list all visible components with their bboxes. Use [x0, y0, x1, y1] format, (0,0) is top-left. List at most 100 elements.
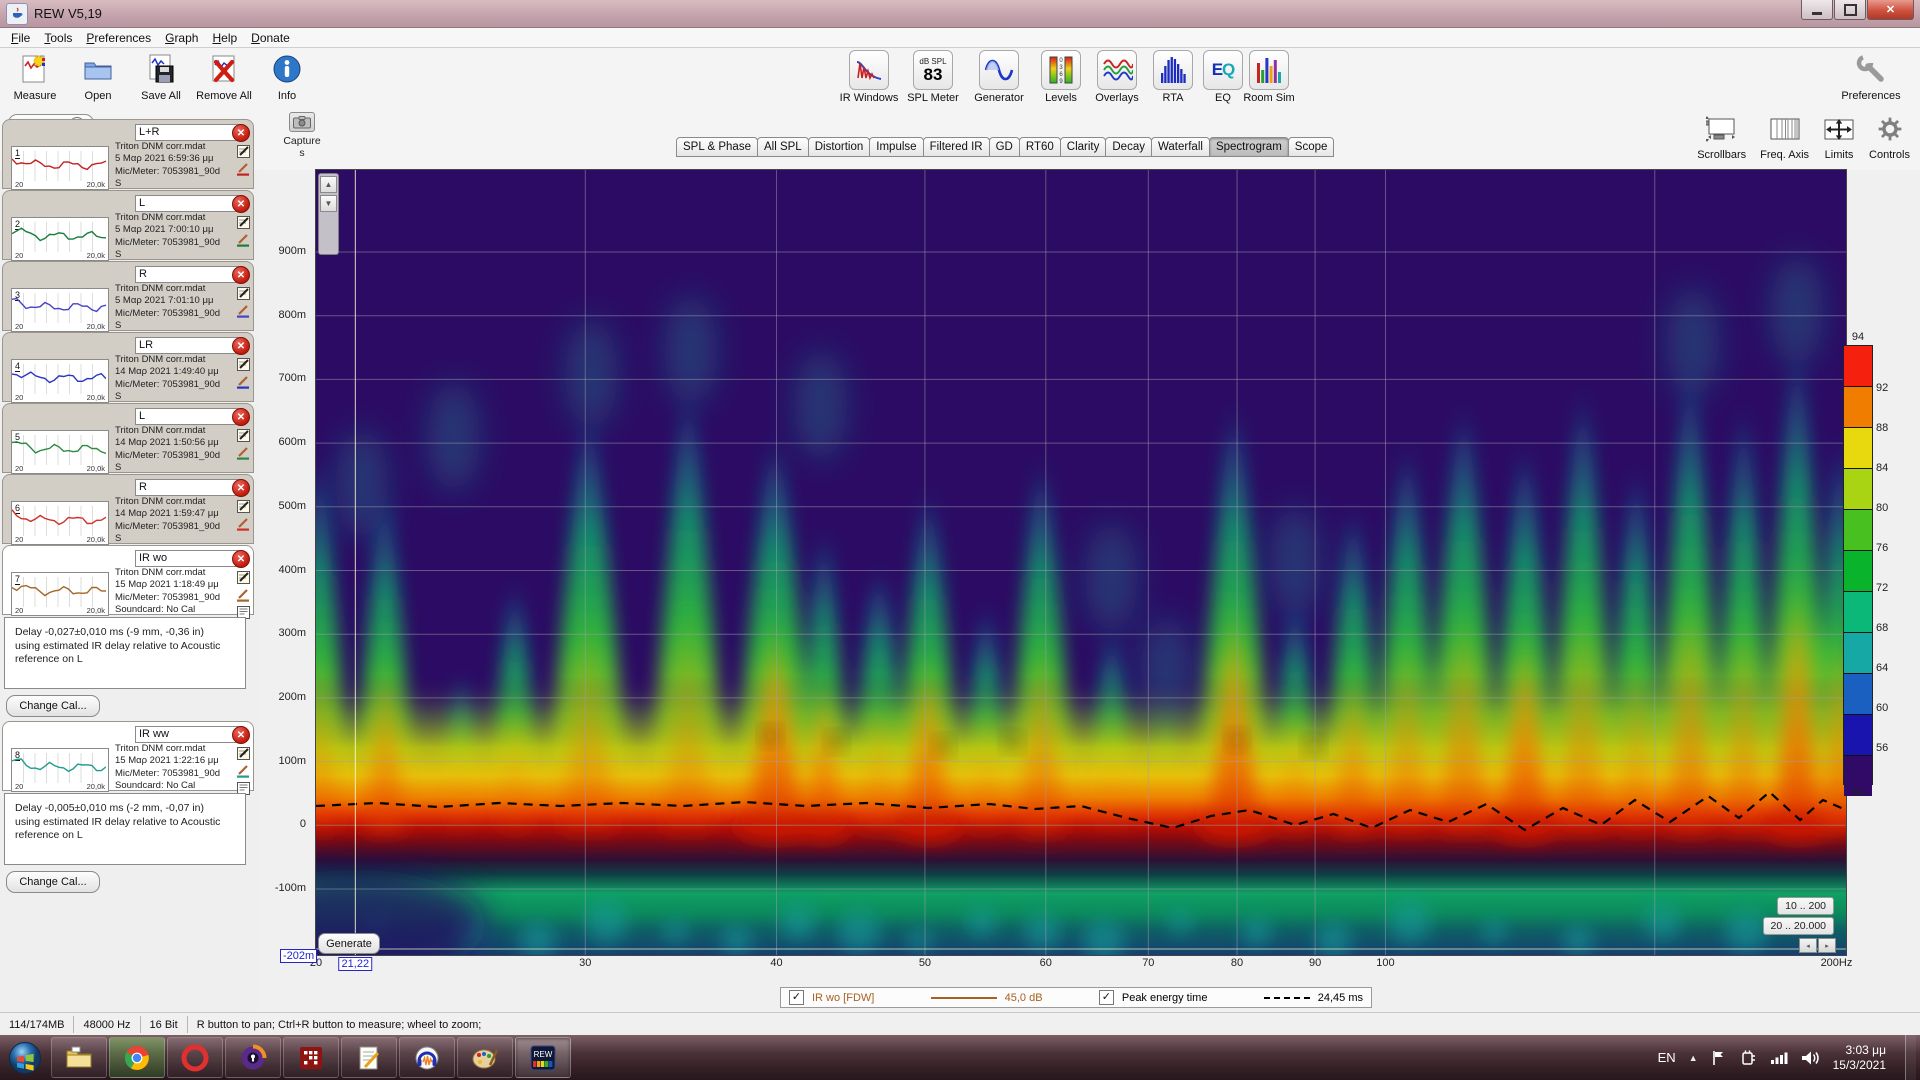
change-cal-button[interactable]: Change Cal...: [6, 871, 100, 893]
overlays-button[interactable]: Overlays: [1086, 50, 1148, 104]
edit-notes-icon[interactable]: [236, 500, 250, 513]
taskbar-audacity-button[interactable]: [399, 1037, 455, 1078]
trace-color-pencil-icon[interactable]: [236, 233, 250, 247]
menu-help[interactable]: Help: [205, 30, 244, 46]
edit-notes-icon[interactable]: [236, 216, 250, 229]
freq-axis-button[interactable]: Freq. Axis: [1760, 113, 1809, 161]
remove-all-button[interactable]: Remove All: [193, 50, 255, 102]
measurement-name-input[interactable]: L+R: [135, 124, 239, 141]
measurement-item-2[interactable]: L ✕ 2 20 20,0k Triton DNM corr.mdat 5 Μαρ 2021…: [2, 190, 254, 261]
measurement-thumbnail[interactable]: 1 20 20,0k: [11, 146, 109, 190]
measurement-item-5[interactable]: L ✕ 5 20 20,0k Triton DNM corr.mdat 14 Μαρ 202…: [2, 403, 254, 474]
controls-button[interactable]: Controls: [1869, 113, 1910, 161]
spectrogram-canvas[interactable]: [316, 170, 1846, 955]
measurement-item-7[interactable]: IR wo ✕ 7 20 20,0k Triton DNM corr.mdat 15 Μαρ…: [2, 545, 254, 619]
limits-button[interactable]: Limits: [1823, 113, 1855, 161]
delete-measurement-button[interactable]: ✕: [232, 550, 250, 568]
trace-checkbox[interactable]: ✓: [789, 990, 804, 1005]
tab-filtered-ir[interactable]: Filtered IR: [922, 137, 990, 157]
delete-measurement-button[interactable]: ✕: [232, 408, 250, 426]
minimize-button[interactable]: [1801, 0, 1833, 20]
measurement-thumbnail[interactable]: 3 20 20,0k: [11, 288, 109, 332]
tab-distortion[interactable]: Distortion: [807, 137, 871, 157]
y-range-button[interactable]: 10 .. 200: [1777, 897, 1834, 915]
tab-spl-phase[interactable]: SPL & Phase: [676, 137, 758, 157]
tab-scope[interactable]: Scope: [1287, 137, 1335, 157]
maximize-button[interactable]: [1834, 0, 1866, 20]
room-sim-button[interactable]: Room Sim: [1238, 50, 1300, 104]
tab-spectrogram[interactable]: Spectrogram: [1208, 137, 1289, 157]
trace-color-pencil-icon[interactable]: [236, 764, 250, 778]
menu-graph[interactable]: Graph: [158, 30, 205, 46]
plot-zoom-out-button[interactable]: ▼: [320, 195, 337, 212]
measurement-thumbnail[interactable]: 2 20 20,0k: [11, 217, 109, 261]
ir-windows-button[interactable]: IR Windows: [838, 50, 900, 104]
save-all-button[interactable]: Save All: [130, 50, 192, 102]
delete-measurement-button[interactable]: ✕: [232, 337, 250, 355]
delete-measurement-button[interactable]: ✕: [232, 195, 250, 213]
measurement-item-1[interactable]: L+R ✕ 1 20 20,0k Triton DNM corr.mdat 5 Μαρ 20…: [2, 119, 254, 190]
taskbar-privacy-browser-button[interactable]: [225, 1037, 281, 1078]
edit-notes-icon[interactable]: [236, 747, 250, 760]
volume-speaker-icon[interactable]: [1801, 1050, 1820, 1066]
tab-clarity[interactable]: Clarity: [1059, 137, 1107, 157]
measurement-thumbnail[interactable]: 4 20 20,0k: [11, 359, 109, 403]
measurement-name-input[interactable]: LR: [135, 337, 239, 354]
peak-energy-label[interactable]: Peak energy time: [1122, 992, 1208, 1004]
tab-impulse[interactable]: Impulse: [869, 137, 924, 157]
edit-notes-icon[interactable]: [236, 429, 250, 442]
taskbar-red-grid-app-button[interactable]: [283, 1037, 339, 1078]
spl-meter-button[interactable]: dB SPL 83 SPL Meter: [902, 50, 964, 104]
measurement-thumbnail[interactable]: 5 20 20,0k: [11, 430, 109, 474]
trace-color-pencil-icon[interactable]: [236, 446, 250, 460]
menu-preferences[interactable]: Preferences: [79, 30, 158, 46]
menu-tools[interactable]: Tools: [37, 30, 79, 46]
trace-color-pencil-icon[interactable]: [236, 517, 250, 531]
action-center-flag-icon[interactable]: [1711, 1050, 1727, 1066]
measurement-name-input[interactable]: IR wo: [135, 550, 239, 567]
measurement-name-input[interactable]: R: [135, 266, 239, 283]
measurement-name-input[interactable]: IR ww: [135, 726, 239, 743]
taskbar-clock[interactable]: 3:03 μμ 15/3/2021: [1833, 1043, 1892, 1073]
open-button[interactable]: Open: [67, 50, 129, 102]
tab-waterfall[interactable]: Waterfall: [1150, 137, 1210, 157]
edit-notes-icon[interactable]: [236, 287, 250, 300]
taskbar-explorer-button[interactable]: [51, 1037, 107, 1078]
capture-button[interactable]: [289, 112, 315, 132]
spectrogram-plot[interactable]: ▲ ▼ Generate 10 .. 200 20 .. 20.000 ◂ ▸: [315, 169, 1847, 956]
trace-color-pencil-icon[interactable]: [236, 588, 250, 602]
taskbar-rew-button[interactable]: REW: [515, 1037, 571, 1078]
trace-color-pencil-icon[interactable]: [236, 162, 250, 176]
menu-file[interactable]: File: [4, 30, 37, 46]
edit-notes-icon[interactable]: [236, 145, 250, 158]
start-button[interactable]: [0, 1035, 50, 1080]
measurement-thumbnail[interactable]: 8 20 20,0k: [11, 748, 109, 792]
tab-gd[interactable]: GD: [988, 137, 1020, 157]
x-range-button[interactable]: 20 .. 20.000: [1762, 917, 1834, 935]
taskbar-chrome-button[interactable]: [109, 1037, 165, 1078]
delete-measurement-button[interactable]: ✕: [232, 726, 250, 744]
axis-preset-right-button[interactable]: ▸: [1818, 938, 1836, 953]
scrollbars-button[interactable]: Scrollbars: [1697, 113, 1746, 161]
language-indicator[interactable]: EN: [1658, 1050, 1676, 1065]
trace-color-pencil-icon[interactable]: [236, 304, 250, 318]
trace-label[interactable]: IR wo [FDW]: [812, 992, 874, 1004]
tray-expand-icon[interactable]: ▲: [1689, 1053, 1698, 1063]
measurement-item-8[interactable]: IR ww ✕ 8 20 20,0k Triton DNM corr.mdat 15 Μαρ…: [2, 721, 254, 795]
edit-notes-icon[interactable]: [236, 358, 250, 371]
trace-color-pencil-icon[interactable]: [236, 375, 250, 389]
delete-measurement-button[interactable]: ✕: [232, 479, 250, 497]
measurement-item-4[interactable]: LR ✕ 4 20 20,0k Triton DNM corr.mdat 14 Μαρ 20…: [2, 332, 254, 403]
show-desktop-button[interactable]: [1905, 1035, 1916, 1080]
taskbar-opera-button[interactable]: [167, 1037, 223, 1078]
title-bar[interactable]: REW V5,19 ✕: [0, 0, 1920, 28]
preferences-button[interactable]: Preferences: [1840, 50, 1902, 102]
power-plug-icon[interactable]: [1740, 1049, 1757, 1066]
delete-measurement-button[interactable]: ✕: [232, 266, 250, 284]
levels-button[interactable]: 0 3 6 9 Levels: [1030, 50, 1092, 104]
measurement-thumbnail[interactable]: 7 20 20,0k: [11, 572, 109, 616]
taskbar-notepad-button[interactable]: [341, 1037, 397, 1078]
measurement-item-6[interactable]: R ✕ 6 20 20,0k Triton DNM corr.mdat 14 Μαρ 202…: [2, 474, 254, 545]
measurement-name-input[interactable]: L: [135, 408, 239, 425]
delete-measurement-button[interactable]: ✕: [232, 124, 250, 142]
